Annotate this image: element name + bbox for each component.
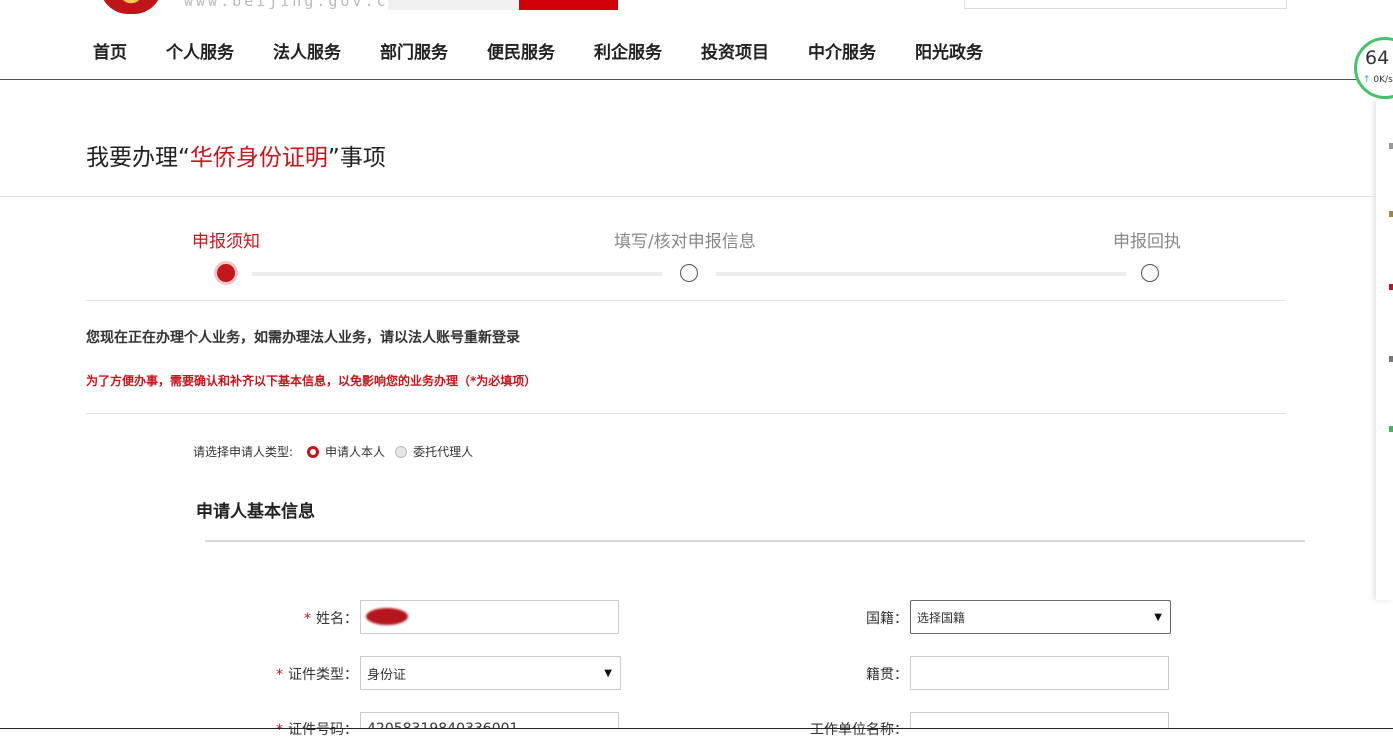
site-search-input[interactable] xyxy=(388,0,519,10)
required-mark: * xyxy=(304,611,311,627)
required-mark: * xyxy=(276,722,283,738)
id-type-label-text: 证件类型： xyxy=(288,667,358,683)
upload-arrow-icon: ↑ xyxy=(1363,75,1371,85)
id-number-label: * 证件号码： xyxy=(250,719,358,739)
side-panel-mark xyxy=(1389,284,1393,290)
top-search-field[interactable] xyxy=(964,0,1287,9)
step-marker-fill-info xyxy=(680,264,698,282)
title-divider xyxy=(0,196,1376,197)
applicant-type-group: 请选择申请人类型: 申请人本人 委托代理人 xyxy=(193,443,473,460)
applicant-type-label: 请选择申请人类型: xyxy=(193,445,294,459)
nav-personal-services[interactable]: 个人服务 xyxy=(166,38,234,63)
required-mark: * xyxy=(276,667,283,683)
title-quote-close: ” xyxy=(327,145,340,171)
widget-speed-value: 0K/s xyxy=(1373,75,1393,85)
nationality-select-value: 选择国籍 xyxy=(917,610,966,625)
redaction-scribble xyxy=(366,608,408,625)
radio-authorized-agent[interactable] xyxy=(395,445,408,458)
hometown-input[interactable] xyxy=(910,656,1169,690)
business-type-notice: 您现在正在办理个人业务，如需办理法人业务，请以法人账号重新登录 xyxy=(86,330,520,346)
name-label: * 姓名： xyxy=(280,608,358,628)
nationality-label: 国籍： xyxy=(866,611,908,627)
nav-divider xyxy=(0,79,1393,80)
section-title: 申请人基本信息 xyxy=(196,502,315,522)
step-label-notice: 申报须知 xyxy=(192,232,260,252)
title-item-name: 华侨身份证明 xyxy=(189,145,328,171)
step-label-fill-info: 填写/核对申报信息 xyxy=(614,232,756,252)
id-type-select[interactable]: 身份证 ▼ xyxy=(360,656,621,690)
radio-applicant-self[interactable] xyxy=(307,445,320,458)
radio-label-applicant-self[interactable]: 申请人本人 xyxy=(325,443,385,460)
step-progress-bar xyxy=(252,272,662,276)
site-domain: www.beijing.gov.cn xyxy=(184,0,401,10)
employer-input[interactable] xyxy=(910,712,1169,729)
side-panel-mark xyxy=(1389,426,1393,432)
side-panel-mark xyxy=(1389,143,1393,149)
title-prefix: 我要办理 xyxy=(86,145,178,171)
nav-convenience-services[interactable]: 便民服务 xyxy=(487,38,555,63)
nav-department-services[interactable]: 部门服务 xyxy=(380,38,448,63)
id-type-select-value: 身份证 xyxy=(367,667,407,683)
chevron-down-icon: ▼ xyxy=(604,667,612,679)
widget-speed: ↑ 0K/s xyxy=(1363,75,1393,85)
title-quote-open: “ xyxy=(178,145,190,171)
nav-business-services[interactable]: 利企服务 xyxy=(594,38,662,63)
step-label-receipt: 申报回执 xyxy=(1113,232,1181,252)
chevron-down-icon: ▼ xyxy=(1154,611,1162,623)
hometown-label: 籍贯： xyxy=(866,667,908,683)
required-info-warning: 为了方便办事，需要确认和补齐以下基本信息，以免影响您的业务办理（*为必填项） xyxy=(86,374,537,388)
site-search-button[interactable] xyxy=(519,0,618,10)
id-number-label-text: 证件号码： xyxy=(288,722,358,738)
steps-divider xyxy=(86,300,1286,301)
nav-legal-entity-services[interactable]: 法人服务 xyxy=(273,38,341,63)
radio-label-authorized-agent[interactable]: 委托代理人 xyxy=(413,443,473,460)
nationality-select[interactable]: 选择国籍 ▼ xyxy=(910,600,1171,634)
step-progress-bar xyxy=(716,272,1126,276)
page-title: 我要办理“华侨身份证明”事项 xyxy=(86,138,386,172)
government-emblem-logo xyxy=(100,0,162,14)
employer-label: 工作单位名称： xyxy=(810,722,908,738)
step-marker-notice xyxy=(214,261,238,285)
step-marker-receipt xyxy=(1141,264,1159,282)
nav-agency-services[interactable]: 中介服务 xyxy=(808,38,876,63)
title-suffix: 事项 xyxy=(339,145,386,171)
nav-home[interactable]: 首页 xyxy=(93,38,127,63)
side-panel-mark xyxy=(1389,211,1393,217)
side-panel-mark xyxy=(1389,356,1393,362)
id-type-label: * 证件类型： xyxy=(250,664,358,684)
nav-investment-projects[interactable]: 投资项目 xyxy=(701,38,769,63)
nav-open-government[interactable]: 阳光政务 xyxy=(915,38,983,63)
id-number-input[interactable]: 42058319840336001 xyxy=(360,712,619,729)
section-divider xyxy=(205,540,1305,542)
widget-number: 64 xyxy=(1365,47,1390,69)
main-nav: 首页 个人服务 法人服务 部门服务 便民服务 利企服务 投资项目 中介服务 阳光… xyxy=(93,38,1022,63)
name-label-text: 姓名： xyxy=(316,611,358,627)
notice-divider xyxy=(86,413,1286,414)
side-float-panel[interactable] xyxy=(1376,100,1393,600)
